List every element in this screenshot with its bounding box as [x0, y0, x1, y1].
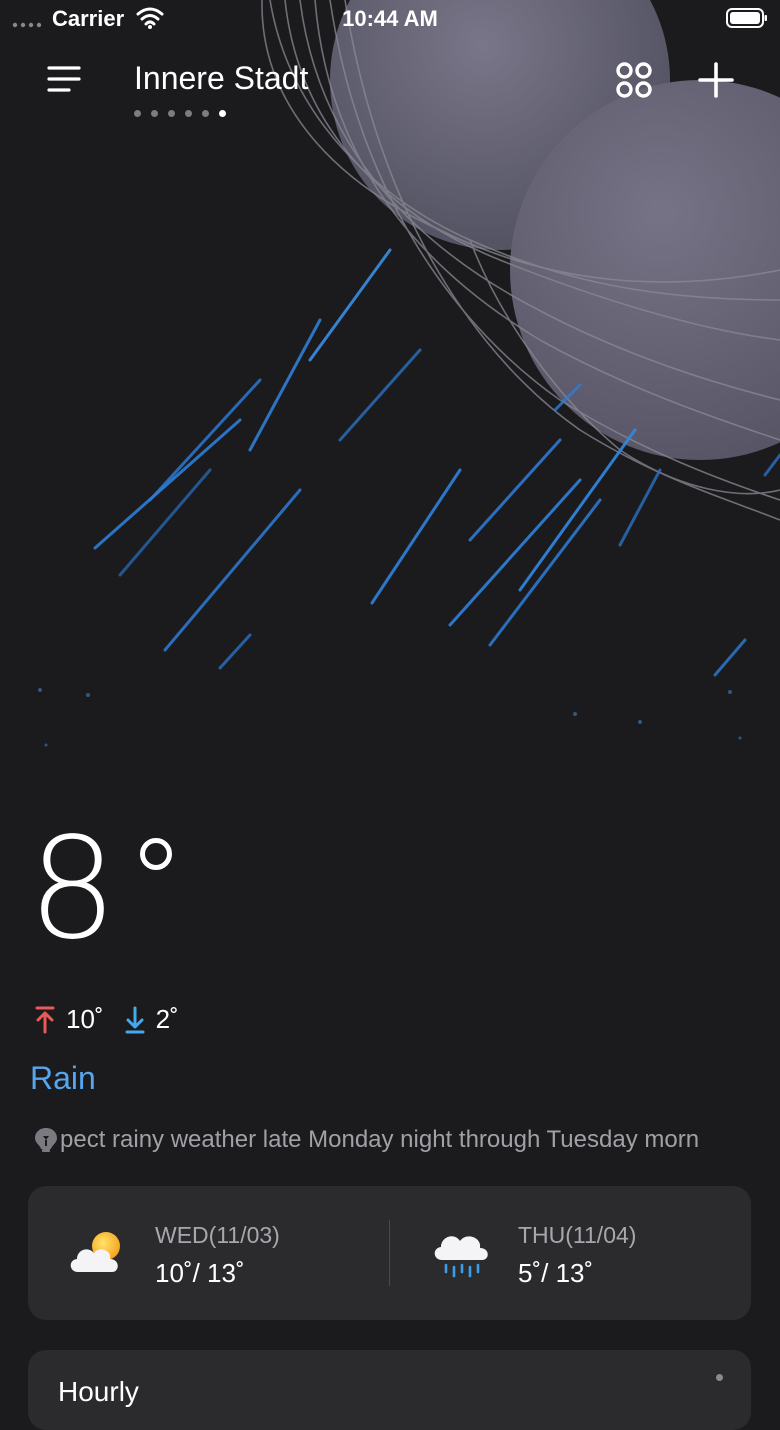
forecast-day[interactable]: THU(11/04) 5˚/ 13˚ [390, 1186, 751, 1320]
page-dot [151, 110, 158, 117]
low-temperature: 2˚ [155, 1004, 179, 1034]
location-page-indicator[interactable] [134, 110, 226, 117]
command-icon [616, 62, 652, 98]
menu-button[interactable] [44, 62, 84, 98]
weather-condition: Rain [30, 1060, 96, 1096]
degree-symbol-icon [140, 838, 172, 870]
hourly-title: Hourly [58, 1376, 139, 1407]
plus-icon [698, 62, 734, 98]
weather-background-art [38, 0, 780, 747]
page-dot [134, 110, 141, 117]
more-dot-icon[interactable] [716, 1374, 723, 1381]
city-title[interactable]: Innere Stadt [134, 60, 308, 97]
menu-icon [47, 66, 81, 92]
page-dot [202, 110, 209, 117]
arrow-up-icon [35, 1006, 55, 1033]
forecast-day[interactable]: WED(11/03) 10˚/ 13˚ [28, 1186, 389, 1320]
status-time: 10:44 AM [342, 6, 438, 31]
weather-tip: pect rainy weather late Monday night thr… [34, 1124, 754, 1156]
rain-cloud-icon [434, 1236, 488, 1278]
status-bar: Carrier 10:44 AM [0, 0, 780, 40]
forecast-date: THU(11/04) [518, 1222, 637, 1248]
page-dot [185, 110, 192, 117]
arrow-down-icon [125, 1006, 145, 1033]
partly-cloudy-icon [70, 1232, 120, 1272]
forecast-temperature: 5˚/ 13˚ [518, 1258, 594, 1288]
page-dot [168, 110, 175, 117]
temperature-value: 8 [28, 808, 118, 971]
forecast-date: WED(11/03) [155, 1222, 280, 1248]
forecast-temperature: 10˚/ 13˚ [155, 1258, 245, 1288]
current-temperature: 8 [28, 820, 172, 960]
daily-forecast-card[interactable]: WED(11/03) 10˚/ 13˚ THU(11/04) 5˚/ 13˚ [28, 1186, 751, 1320]
high-temperature: 10˚ [66, 1004, 104, 1034]
high-low-row: 10˚ 2˚ [34, 1004, 199, 1035]
tip-text: pect rainy weather late Monday night thr… [60, 1126, 700, 1153]
rain-splash-dots [38, 688, 742, 747]
add-location-button[interactable] [694, 58, 738, 102]
battery-icon [726, 8, 767, 28]
hourly-forecast-card[interactable]: Hourly [28, 1350, 751, 1430]
lightbulb-icon [35, 1128, 57, 1152]
command-grid-button[interactable] [614, 60, 654, 100]
page-dot-active [219, 110, 226, 117]
